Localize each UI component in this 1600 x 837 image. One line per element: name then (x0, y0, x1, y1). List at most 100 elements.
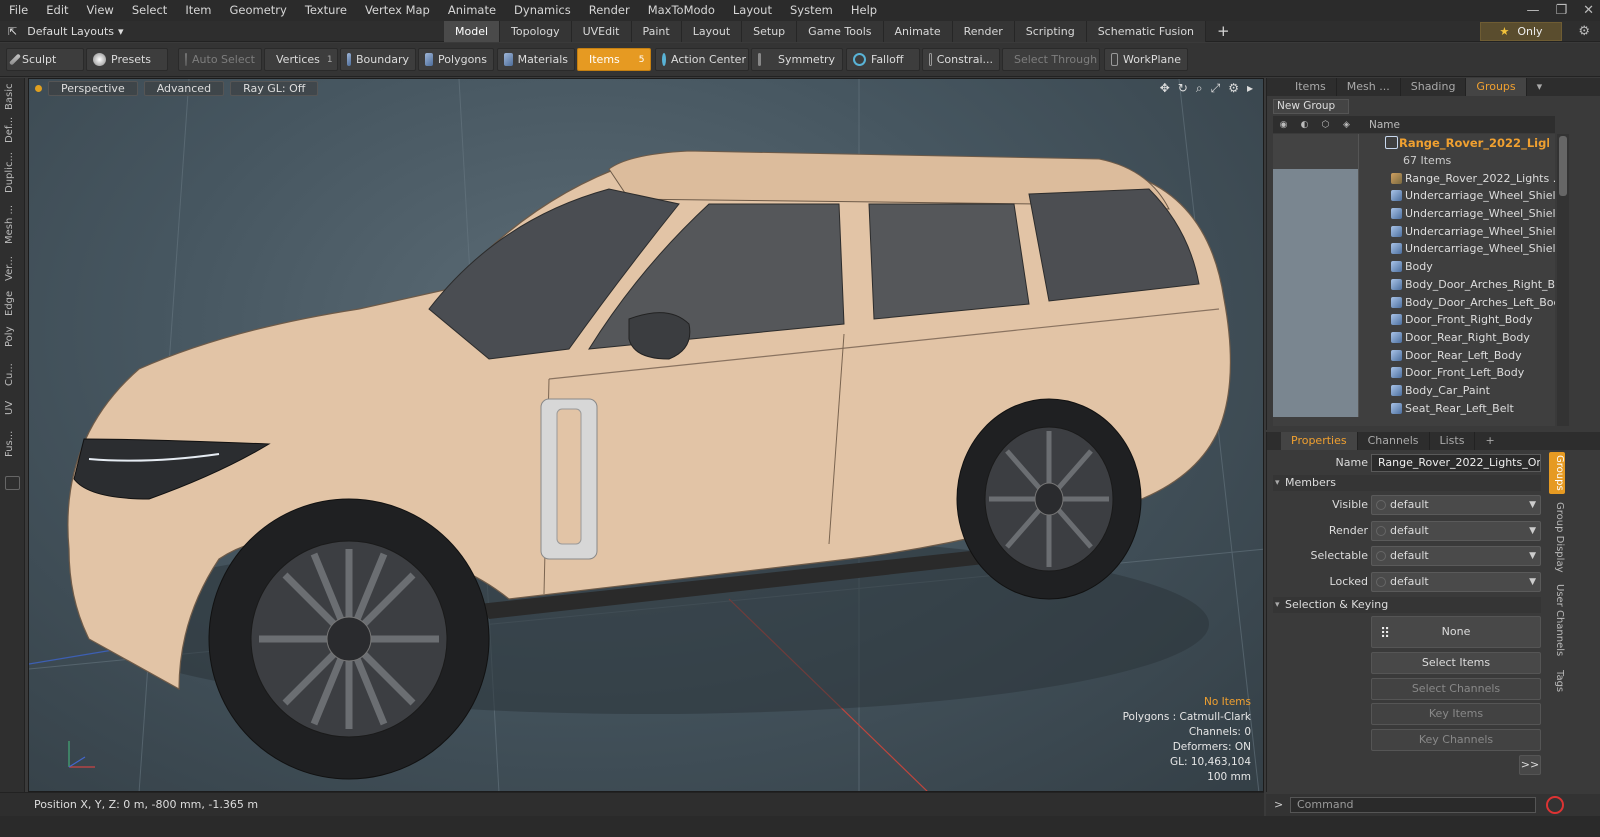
select-channels-button[interactable]: Select Channels (1371, 678, 1541, 700)
menu-item[interactable]: Item (176, 0, 220, 21)
tree-row[interactable]: Body_Car_Paint (1273, 381, 1555, 400)
materials-button[interactable]: Materials (497, 48, 575, 71)
row-visibility[interactable] (1273, 204, 1359, 223)
row-visibility[interactable] (1273, 310, 1359, 329)
tree-row[interactable]: Undercarriage_Wheel_Shiel ... (1273, 222, 1555, 241)
tree-row[interactable]: Undercarriage_Wheel_Shiel ... (1273, 187, 1555, 205)
left-tab-fusion[interactable]: Fus... (4, 424, 21, 464)
zoom-icon[interactable]: ⌕ (1196, 81, 1203, 96)
tree-row[interactable]: Seat_Rear_Left_Belt (1273, 399, 1555, 417)
tab-shading[interactable]: Shading (1401, 78, 1467, 96)
expand-right-icon[interactable]: ▸ (1247, 81, 1253, 96)
minimize-icon[interactable]: — (1526, 3, 1539, 18)
row-visibility[interactable] (1273, 222, 1359, 241)
only-toggle-button[interactable]: ★ Only (1480, 22, 1562, 41)
none-button[interactable]: ⠿ None (1371, 616, 1541, 648)
tree-row[interactable]: Door_Rear_Left_Body (1273, 346, 1555, 364)
menu-texture[interactable]: Texture (296, 0, 356, 21)
constraints-button[interactable]: Constrai... (922, 48, 1000, 71)
group-row[interactable]: Range_Rover_2022_Light... (1273, 134, 1555, 152)
menu-animate[interactable]: Animate (439, 0, 505, 21)
row-visibility[interactable] (1273, 346, 1359, 364)
symmetry-button[interactable]: Symmetry (751, 48, 843, 71)
render-dropdown[interactable]: default ▼ (1371, 521, 1541, 541)
scrollbar-thumb[interactable] (1559, 136, 1567, 196)
members-section[interactable]: Members (1273, 475, 1541, 491)
select-icon[interactable]: ◈ (1336, 120, 1357, 130)
tree-row[interactable]: Body (1273, 257, 1555, 276)
tab-render[interactable]: Render (952, 21, 1015, 42)
add-tab-icon[interactable]: + (1206, 21, 1241, 42)
tree-row[interactable]: Door_Front_Left_Body (1273, 363, 1555, 382)
menu-layout[interactable]: Layout (724, 0, 781, 21)
new-group-button[interactable]: New Group (1273, 99, 1349, 114)
tree-row[interactable]: Undercarriage_Wheel_Shiel ... (1273, 240, 1555, 258)
menu-dynamics[interactable]: Dynamics (505, 0, 580, 21)
render-icon[interactable]: ◐ (1294, 120, 1315, 130)
tab-properties[interactable]: Properties (1281, 432, 1358, 450)
sculpt-button[interactable]: Sculpt (6, 48, 84, 71)
boundary-button[interactable]: Boundary (340, 48, 416, 71)
side-tab-user-channels[interactable]: User Channels (1549, 582, 1565, 658)
polygons-button[interactable]: Polygons (418, 48, 494, 71)
row-visibility[interactable] (1273, 399, 1359, 417)
row-visibility[interactable] (1273, 240, 1359, 258)
menu-vertex-map[interactable]: Vertex Map (356, 0, 439, 21)
menu-render[interactable]: Render (580, 0, 639, 21)
command-input[interactable]: Command (1290, 797, 1536, 813)
tab-layout[interactable]: Layout (681, 21, 743, 42)
select-through-button[interactable]: Select Through (1002, 48, 1100, 71)
perspective-button[interactable]: Perspective (48, 80, 138, 96)
menu-help[interactable]: Help (842, 0, 886, 21)
eye-icon[interactable]: ◉ (1273, 120, 1294, 130)
select-items-button[interactable]: Select Items (1371, 652, 1541, 674)
tab-paint[interactable]: Paint (631, 21, 682, 42)
tab-scripting[interactable]: Scripting (1014, 21, 1087, 42)
expand-toggle[interactable] (5, 476, 20, 490)
tab-game-tools[interactable]: Game Tools (797, 21, 884, 42)
menu-edit[interactable]: Edit (37, 0, 77, 21)
fit-icon[interactable]: ⤢ (1211, 81, 1221, 96)
pan-icon[interactable]: ✥ (1160, 81, 1170, 96)
selection-keying-section[interactable]: Selection & Keying (1273, 597, 1541, 613)
tree-row[interactable]: Undercarriage_Wheel_Shiel ... (1273, 204, 1555, 223)
record-icon[interactable] (1546, 796, 1564, 814)
items-button[interactable]: Items 5 (577, 48, 651, 71)
left-tab-edge[interactable]: Edge (4, 288, 21, 318)
left-tab-basic[interactable]: Basic (4, 82, 21, 112)
tab-channels[interactable]: Channels (1358, 432, 1430, 450)
menu-maxtomodo[interactable]: MaxToModo (639, 0, 724, 21)
tab-items[interactable]: Items (1285, 78, 1337, 96)
tab-model[interactable]: Model (444, 21, 501, 42)
tree-scrollbar[interactable] (1557, 134, 1569, 426)
left-tab-polygon[interactable]: Poly (4, 322, 21, 352)
tab-uvedit[interactable]: UVEdit (571, 21, 632, 42)
tab-animate[interactable]: Animate (883, 21, 953, 42)
left-tab-deform[interactable]: Def... (4, 114, 21, 146)
menu-view[interactable]: View (78, 0, 123, 21)
group-visibility[interactable] (1273, 134, 1359, 152)
side-tab-groups[interactable]: Groups (1549, 452, 1565, 494)
row-visibility[interactable] (1273, 381, 1359, 400)
workplane-button[interactable]: WorkPlane (1104, 48, 1188, 71)
left-tab-duplicate[interactable]: Duplic... (4, 150, 21, 196)
falloff-button[interactable]: Falloff (846, 48, 920, 71)
raygl-button[interactable]: Ray GL: Off (230, 80, 319, 96)
row-visibility[interactable] (1273, 257, 1359, 276)
name-field[interactable]: Range_Rover_2022_Lights_On (: (1371, 454, 1541, 472)
auto-select-button[interactable]: Auto Select (178, 48, 262, 71)
tab-mesh[interactable]: Mesh ... (1337, 78, 1401, 96)
action-center-button[interactable]: Action Center (655, 48, 749, 71)
tree-row[interactable]: Door_Front_Right_Body (1273, 310, 1555, 329)
viewport-menu-dot[interactable] (35, 84, 42, 92)
tab-groups[interactable]: Groups (1466, 78, 1527, 96)
layout-selector[interactable]: ⇱ Default Layouts ▾ (8, 21, 124, 42)
row-visibility[interactable] (1273, 169, 1359, 188)
menu-file[interactable]: File (0, 0, 37, 21)
key-items-button[interactable]: Key Items (1371, 703, 1541, 725)
tree-row[interactable]: Range_Rover_2022_Lights ... (1273, 169, 1555, 188)
row-visibility[interactable] (1273, 363, 1359, 382)
add-panel-tab-icon[interactable]: + (1475, 432, 1504, 450)
tab-setup[interactable]: Setup (742, 21, 798, 42)
row-visibility[interactable] (1273, 187, 1359, 205)
